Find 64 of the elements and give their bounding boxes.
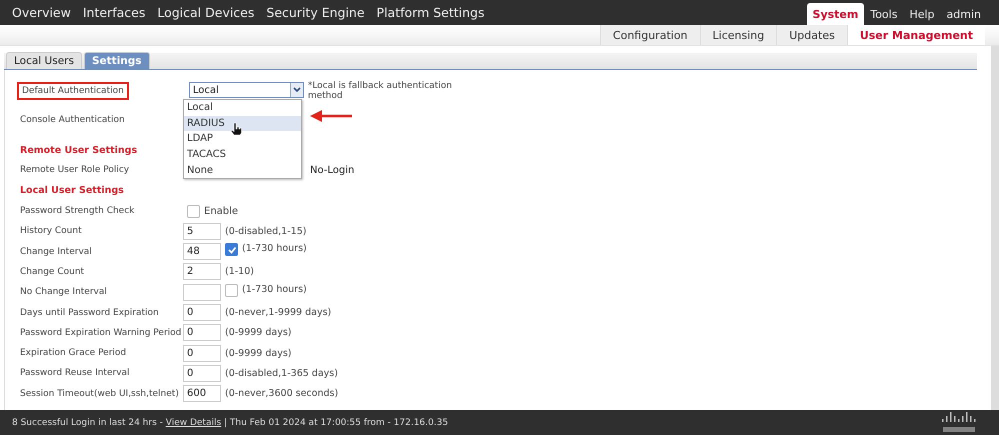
field-hint: (0-never,1-9999 days) bbox=[225, 307, 332, 318]
field-label: Password Reuse Interval bbox=[20, 368, 131, 378]
input-field[interactable]: 0 bbox=[183, 324, 221, 342]
tab[interactable]: Local Users bbox=[6, 52, 82, 69]
input-field[interactable] bbox=[183, 284, 221, 301]
input-field[interactable]: 48 bbox=[183, 243, 221, 260]
nav-item[interactable]: Help bbox=[903, 3, 941, 25]
field-label: No Change Interval bbox=[20, 287, 108, 298]
field-label: Console Authentication bbox=[20, 115, 126, 125]
checkbox[interactable] bbox=[225, 243, 238, 256]
field-label: Remote User Role Policy bbox=[20, 165, 130, 176]
input-field[interactable]: 0 bbox=[183, 344, 221, 362]
nav-item[interactable]: Overview bbox=[6, 0, 77, 25]
select-field[interactable]: Local bbox=[188, 82, 304, 98]
field-hint: (1-730 hours) bbox=[242, 243, 307, 254]
sub-nav-tab[interactable]: Updates bbox=[776, 25, 847, 45]
dropdown-option[interactable]: Local bbox=[184, 100, 301, 116]
field-label: History Count bbox=[20, 226, 83, 236]
field-hint: (0-9999 days) bbox=[225, 348, 292, 359]
field-label: Default Authentication bbox=[17, 82, 129, 100]
input-field[interactable]: 2 bbox=[183, 263, 221, 280]
field-hint: (1-730 hours) bbox=[242, 284, 307, 296]
nav-item[interactable]: Security Engine bbox=[260, 0, 371, 25]
dropdown-option[interactable]: TACACS bbox=[184, 147, 301, 163]
section-title: Remote User Settings bbox=[20, 144, 138, 156]
checkbox-label: Enable bbox=[204, 206, 238, 217]
hand-cursor-icon bbox=[230, 122, 242, 136]
field-hint: (1-10) bbox=[225, 266, 254, 278]
input-field[interactable]: 5 bbox=[183, 222, 221, 240]
nav-item[interactable]: Logical Devices bbox=[151, 0, 260, 25]
input-field[interactable]: 600 bbox=[183, 385, 221, 402]
nav-item[interactable]: Interfaces bbox=[76, 0, 152, 25]
sub-nav-tab[interactable]: Configuration bbox=[600, 25, 700, 45]
status-text: 8 Successful Login in last 24 hrs - View Details | Thu Feb 01 2024 at 17:00:55 from - 172.16.0.35 bbox=[12, 418, 448, 428]
field-label: Days until Password Expiration bbox=[20, 308, 160, 318]
field-label: Expiration Grace Period bbox=[20, 348, 128, 358]
field-label: Password Strength Check bbox=[20, 206, 136, 216]
field-label: Change Interval bbox=[20, 246, 93, 257]
field-hint: (0-disabled,1-15) bbox=[225, 226, 306, 237]
sub-nav-tab[interactable]: User Management bbox=[846, 25, 985, 45]
dropdown-option[interactable]: LDAP bbox=[184, 131, 301, 148]
nav-item[interactable]: Tools bbox=[864, 3, 904, 25]
nav-item[interactable]: System bbox=[806, 3, 864, 25]
checkbox[interactable] bbox=[187, 204, 200, 218]
field-label: Password Expiration Warning Period bbox=[20, 328, 182, 338]
radio-label[interactable]: No-Login bbox=[310, 164, 354, 176]
input-field[interactable]: 0 bbox=[183, 304, 221, 322]
sub-nav-tab[interactable]: Licensing bbox=[700, 25, 776, 45]
checkbox[interactable] bbox=[225, 284, 238, 298]
nav-item[interactable]: Platform Settings bbox=[370, 0, 491, 25]
dropdown-option[interactable]: RADIUS bbox=[184, 116, 301, 132]
field-hint: (0-never,3600 seconds) bbox=[225, 388, 338, 400]
field-label: Change Count bbox=[20, 266, 86, 277]
view-details-link[interactable]: View Details bbox=[166, 418, 222, 428]
section-title: Local User Settings bbox=[20, 185, 124, 196]
caret-icon bbox=[290, 83, 303, 97]
field-hint: (0-9999 days) bbox=[225, 327, 292, 338]
dropdown-option[interactable]: None bbox=[184, 162, 301, 178]
field-label: Session Timeout(web UI,ssh,telnet) bbox=[20, 388, 180, 399]
input-field[interactable]: 0 bbox=[183, 364, 221, 382]
field-note: *Local is fallback authentication method bbox=[308, 82, 453, 102]
field-hint: (0-disabled,1-365 days) bbox=[225, 368, 338, 379]
nav-item[interactable]: admin bbox=[940, 3, 987, 25]
arrow bbox=[310, 110, 352, 122]
